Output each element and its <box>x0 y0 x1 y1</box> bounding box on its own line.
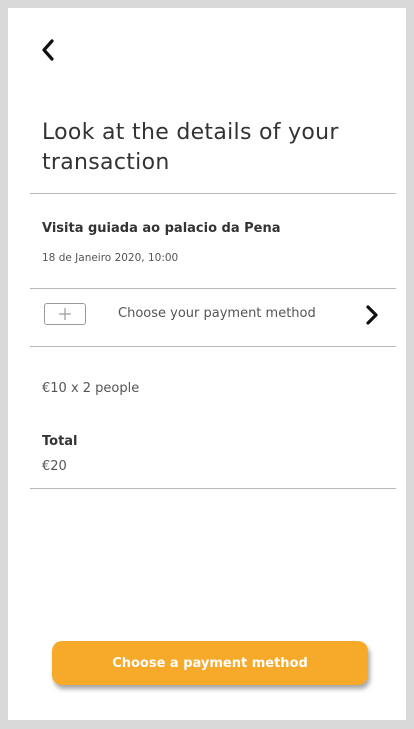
tour-name: Visita guiada ao palacio da Pena <box>42 221 281 236</box>
total-value: €20 <box>42 459 67 474</box>
price-per-person: €10 x 2 people <box>42 381 140 396</box>
add-payment-button[interactable] <box>44 303 86 325</box>
choose-payment-row[interactable]: Choose your payment method <box>30 294 396 340</box>
divider <box>30 346 396 347</box>
payment-chevron-button[interactable] <box>362 302 382 328</box>
total-label: Total <box>42 434 78 449</box>
page-title: Look at the details of your transaction <box>42 120 339 175</box>
divider <box>30 288 396 289</box>
chevron-right-icon <box>366 305 378 325</box>
plus-icon <box>59 308 71 320</box>
screen: Look at the details of your transaction … <box>8 8 406 720</box>
choose-payment-method-button[interactable]: Choose a payment method <box>52 641 368 685</box>
divider <box>30 488 396 489</box>
chevron-left-icon <box>42 39 54 61</box>
back-button[interactable] <box>32 32 64 68</box>
payment-method-label: Choose your payment method <box>118 306 316 321</box>
tour-date: 18 de Janeiro 2020, 10:00 <box>42 252 179 264</box>
divider <box>30 193 396 194</box>
